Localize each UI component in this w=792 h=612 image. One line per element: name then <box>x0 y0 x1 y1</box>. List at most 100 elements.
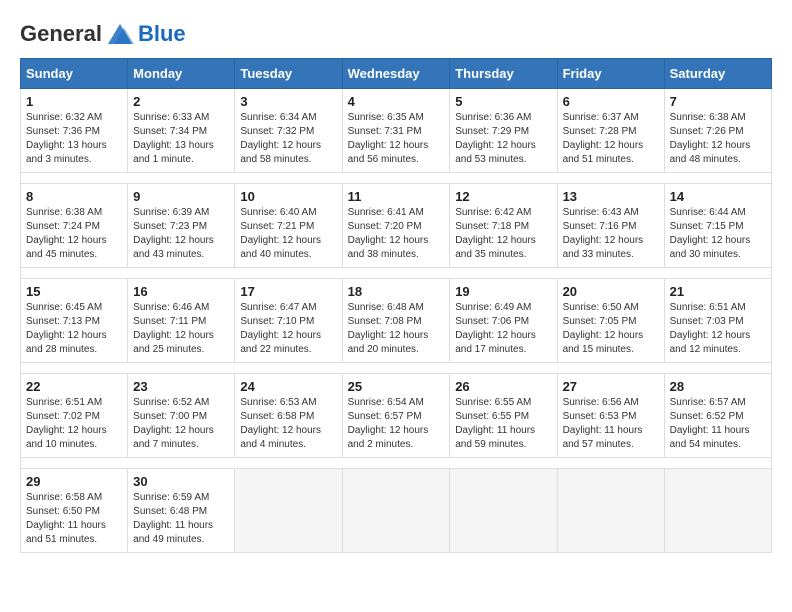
day-detail: Sunrise: 6:43 AM Sunset: 7:16 PM Dayligh… <box>563 206 659 262</box>
day-detail: Sunrise: 6:33 AM Sunset: 7:34 PM Dayligh… <box>133 111 229 167</box>
logo: General Blue <box>20 20 186 48</box>
day-number: 1 <box>26 94 122 109</box>
calendar-day-cell: 19 Sunrise: 6:49 AM Sunset: 7:06 PM Dayl… <box>450 279 557 363</box>
calendar-day-cell: 10 Sunrise: 6:40 AM Sunset: 7:21 PM Dayl… <box>235 184 342 268</box>
day-detail: Sunrise: 6:40 AM Sunset: 7:21 PM Dayligh… <box>240 206 336 262</box>
day-number: 13 <box>563 189 659 204</box>
day-detail: Sunrise: 6:53 AM Sunset: 6:58 PM Dayligh… <box>240 396 336 452</box>
week-divider-cell <box>21 458 772 469</box>
logo-blue-text: Blue <box>138 21 186 47</box>
day-detail: Sunrise: 6:48 AM Sunset: 7:08 PM Dayligh… <box>348 301 445 357</box>
day-detail: Sunrise: 6:41 AM Sunset: 7:20 PM Dayligh… <box>348 206 445 262</box>
calendar-day-cell: 23 Sunrise: 6:52 AM Sunset: 7:00 PM Dayl… <box>128 374 235 458</box>
calendar-table: SundayMondayTuesdayWednesdayThursdayFrid… <box>20 58 772 553</box>
calendar-day-cell: 5 Sunrise: 6:36 AM Sunset: 7:29 PM Dayli… <box>450 89 557 173</box>
calendar-day-cell <box>235 469 342 553</box>
day-number: 22 <box>26 379 122 394</box>
day-number: 11 <box>348 189 445 204</box>
calendar-day-cell: 26 Sunrise: 6:55 AM Sunset: 6:55 PM Dayl… <box>450 374 557 458</box>
day-detail: Sunrise: 6:47 AM Sunset: 7:10 PM Dayligh… <box>240 301 336 357</box>
day-detail: Sunrise: 6:57 AM Sunset: 6:52 PM Dayligh… <box>670 396 766 452</box>
weekday-header-sunday: Sunday <box>21 59 128 89</box>
calendar-day-cell <box>450 469 557 553</box>
day-number: 24 <box>240 379 336 394</box>
logo-general-text: General <box>20 21 102 47</box>
calendar-day-cell: 28 Sunrise: 6:57 AM Sunset: 6:52 PM Dayl… <box>664 374 771 458</box>
day-number: 7 <box>670 94 766 109</box>
day-number: 25 <box>348 379 445 394</box>
day-number: 26 <box>455 379 551 394</box>
calendar-day-cell: 7 Sunrise: 6:38 AM Sunset: 7:26 PM Dayli… <box>664 89 771 173</box>
calendar-week-row: 8 Sunrise: 6:38 AM Sunset: 7:24 PM Dayli… <box>21 184 772 268</box>
day-number: 14 <box>670 189 766 204</box>
day-number: 28 <box>670 379 766 394</box>
calendar-week-row: 1 Sunrise: 6:32 AM Sunset: 7:36 PM Dayli… <box>21 89 772 173</box>
calendar-day-cell: 15 Sunrise: 6:45 AM Sunset: 7:13 PM Dayl… <box>21 279 128 363</box>
calendar-day-cell: 24 Sunrise: 6:53 AM Sunset: 6:58 PM Dayl… <box>235 374 342 458</box>
calendar-day-cell <box>342 469 450 553</box>
calendar-day-cell: 13 Sunrise: 6:43 AM Sunset: 7:16 PM Dayl… <box>557 184 664 268</box>
logo-icon <box>104 20 136 48</box>
day-detail: Sunrise: 6:59 AM Sunset: 6:48 PM Dayligh… <box>133 491 229 547</box>
week-divider-row <box>21 458 772 469</box>
weekday-header-friday: Friday <box>557 59 664 89</box>
day-number: 17 <box>240 284 336 299</box>
weekday-header-wednesday: Wednesday <box>342 59 450 89</box>
week-divider-row <box>21 173 772 184</box>
calendar-day-cell <box>557 469 664 553</box>
calendar-day-cell: 18 Sunrise: 6:48 AM Sunset: 7:08 PM Dayl… <box>342 279 450 363</box>
calendar-header-row: SundayMondayTuesdayWednesdayThursdayFrid… <box>21 59 772 89</box>
day-detail: Sunrise: 6:51 AM Sunset: 7:03 PM Dayligh… <box>670 301 766 357</box>
calendar-day-cell: 29 Sunrise: 6:58 AM Sunset: 6:50 PM Dayl… <box>21 469 128 553</box>
day-number: 9 <box>133 189 229 204</box>
day-detail: Sunrise: 6:44 AM Sunset: 7:15 PM Dayligh… <box>670 206 766 262</box>
day-detail: Sunrise: 6:46 AM Sunset: 7:11 PM Dayligh… <box>133 301 229 357</box>
day-detail: Sunrise: 6:58 AM Sunset: 6:50 PM Dayligh… <box>26 491 122 547</box>
weekday-header-saturday: Saturday <box>664 59 771 89</box>
day-number: 29 <box>26 474 122 489</box>
day-detail: Sunrise: 6:39 AM Sunset: 7:23 PM Dayligh… <box>133 206 229 262</box>
calendar-day-cell <box>664 469 771 553</box>
weekday-header-monday: Monday <box>128 59 235 89</box>
weekday-header-tuesday: Tuesday <box>235 59 342 89</box>
day-number: 5 <box>455 94 551 109</box>
week-divider-row <box>21 268 772 279</box>
calendar-week-row: 15 Sunrise: 6:45 AM Sunset: 7:13 PM Dayl… <box>21 279 772 363</box>
day-detail: Sunrise: 6:56 AM Sunset: 6:53 PM Dayligh… <box>563 396 659 452</box>
page-header: General Blue <box>20 20 772 48</box>
day-number: 10 <box>240 189 336 204</box>
calendar-day-cell: 21 Sunrise: 6:51 AM Sunset: 7:03 PM Dayl… <box>664 279 771 363</box>
calendar-day-cell: 12 Sunrise: 6:42 AM Sunset: 7:18 PM Dayl… <box>450 184 557 268</box>
day-detail: Sunrise: 6:54 AM Sunset: 6:57 PM Dayligh… <box>348 396 445 452</box>
calendar-day-cell: 30 Sunrise: 6:59 AM Sunset: 6:48 PM Dayl… <box>128 469 235 553</box>
day-number: 27 <box>563 379 659 394</box>
week-divider-cell <box>21 363 772 374</box>
day-number: 21 <box>670 284 766 299</box>
week-divider-cell <box>21 173 772 184</box>
calendar-day-cell: 17 Sunrise: 6:47 AM Sunset: 7:10 PM Dayl… <box>235 279 342 363</box>
day-number: 20 <box>563 284 659 299</box>
calendar-day-cell: 9 Sunrise: 6:39 AM Sunset: 7:23 PM Dayli… <box>128 184 235 268</box>
day-number: 3 <box>240 94 336 109</box>
day-detail: Sunrise: 6:50 AM Sunset: 7:05 PM Dayligh… <box>563 301 659 357</box>
week-divider-cell <box>21 268 772 279</box>
week-divider-row <box>21 363 772 374</box>
calendar-day-cell: 4 Sunrise: 6:35 AM Sunset: 7:31 PM Dayli… <box>342 89 450 173</box>
day-number: 30 <box>133 474 229 489</box>
day-number: 19 <box>455 284 551 299</box>
day-number: 12 <box>455 189 551 204</box>
calendar-week-row: 29 Sunrise: 6:58 AM Sunset: 6:50 PM Dayl… <box>21 469 772 553</box>
day-detail: Sunrise: 6:55 AM Sunset: 6:55 PM Dayligh… <box>455 396 551 452</box>
day-number: 8 <box>26 189 122 204</box>
day-detail: Sunrise: 6:51 AM Sunset: 7:02 PM Dayligh… <box>26 396 122 452</box>
day-detail: Sunrise: 6:49 AM Sunset: 7:06 PM Dayligh… <box>455 301 551 357</box>
calendar-day-cell: 1 Sunrise: 6:32 AM Sunset: 7:36 PM Dayli… <box>21 89 128 173</box>
weekday-header-thursday: Thursday <box>450 59 557 89</box>
calendar-day-cell: 25 Sunrise: 6:54 AM Sunset: 6:57 PM Dayl… <box>342 374 450 458</box>
day-detail: Sunrise: 6:42 AM Sunset: 7:18 PM Dayligh… <box>455 206 551 262</box>
calendar-day-cell: 27 Sunrise: 6:56 AM Sunset: 6:53 PM Dayl… <box>557 374 664 458</box>
calendar-day-cell: 3 Sunrise: 6:34 AM Sunset: 7:32 PM Dayli… <box>235 89 342 173</box>
day-number: 18 <box>348 284 445 299</box>
day-detail: Sunrise: 6:45 AM Sunset: 7:13 PM Dayligh… <box>26 301 122 357</box>
day-number: 6 <box>563 94 659 109</box>
